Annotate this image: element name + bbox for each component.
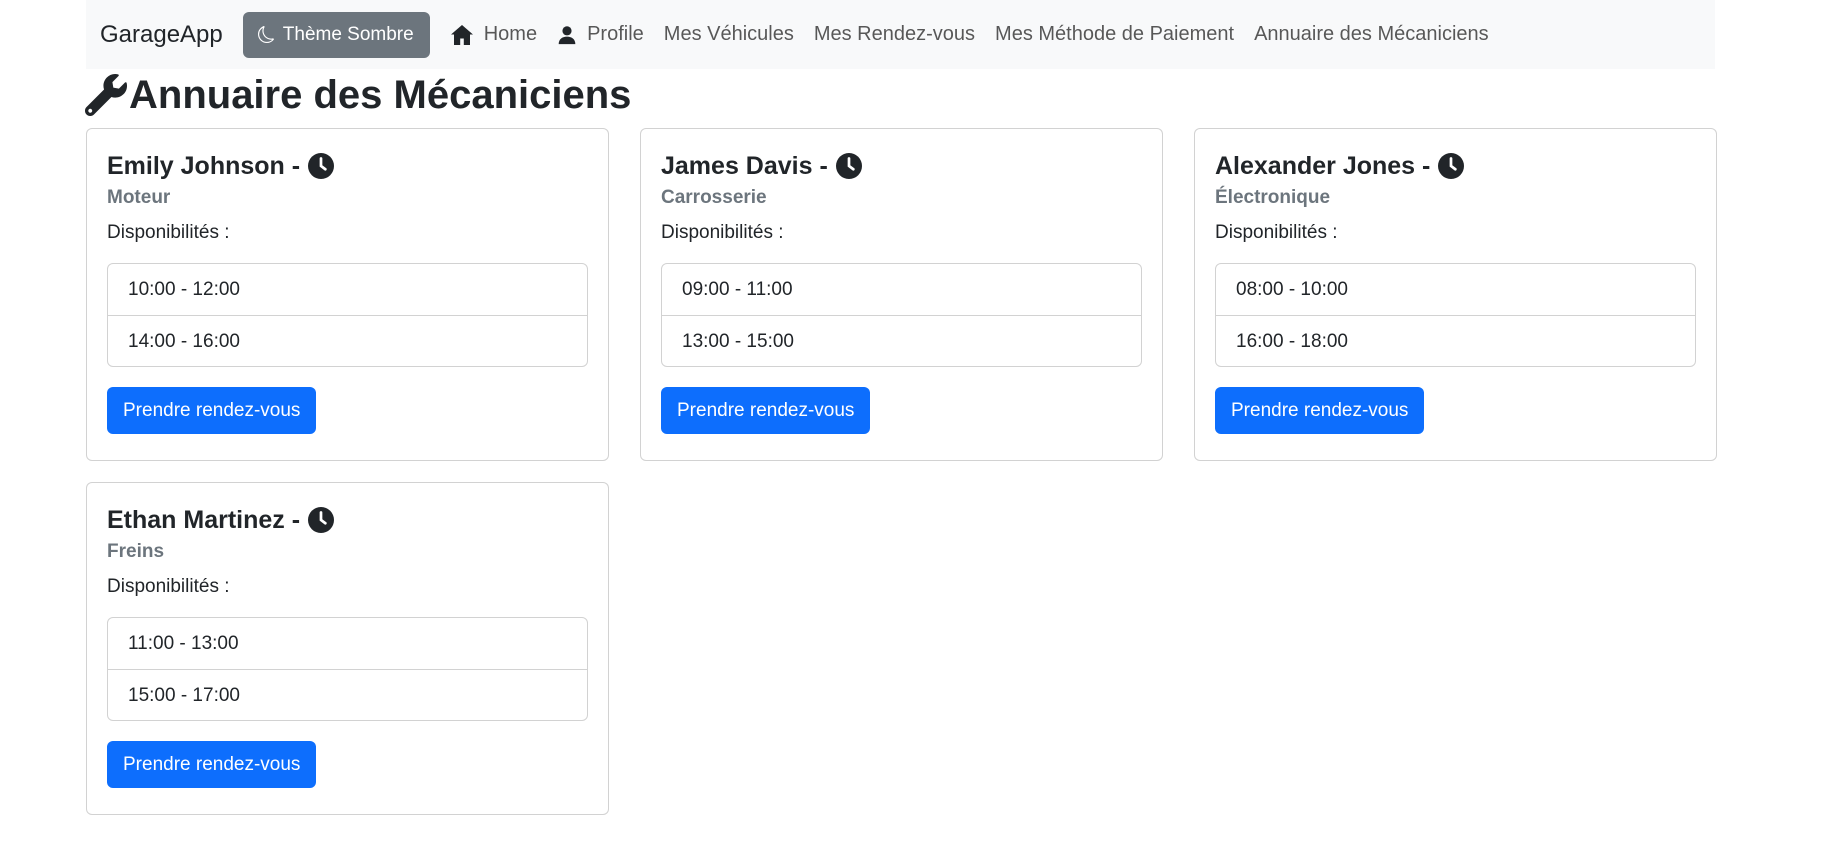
- mechanic-specialty: Carrosserie: [661, 187, 767, 208]
- availability-label: Disponibilités :: [661, 222, 784, 243]
- availability-list: 10:00 - 12:00 14:00 - 16:00: [107, 263, 588, 367]
- availability-slot: 15:00 - 17:00: [108, 669, 587, 720]
- availability-slot: 13:00 - 15:00: [662, 315, 1141, 366]
- wrench-icon: [85, 74, 127, 116]
- theme-toggle-label: Thème Sombre: [282, 23, 414, 45]
- theme-toggle-button[interactable]: Thème Sombre: [242, 11, 430, 58]
- mechanic-card: Ethan Martinez - Freins Disponibilités :…: [86, 482, 609, 815]
- availability-slot: 16:00 - 18:00: [1216, 315, 1695, 366]
- availability-list: 11:00 - 13:00 15:00 - 17:00: [107, 617, 588, 721]
- clock-icon: [308, 153, 335, 179]
- mechanic-name-row: Alexander Jones -: [1215, 149, 1696, 183]
- home-icon: [450, 24, 473, 45]
- nav-home[interactable]: Home: [440, 23, 547, 46]
- mechanic-specialty: Moteur: [107, 187, 171, 208]
- availability-label: Disponibilités :: [1215, 222, 1338, 243]
- navbar: GarageApp Thème Sombre Home Profile Mes …: [86, 0, 1715, 69]
- availability-slot: 11:00 - 13:00: [128, 633, 239, 654]
- mechanic-card: Alexander Jones - Électronique Disponibi…: [1194, 128, 1717, 461]
- page-title-text: Annuaire des Mécaniciens: [129, 72, 632, 117]
- moon-icon: [257, 26, 274, 43]
- book-appointment-button[interactable]: Prendre rendez-vous: [107, 741, 317, 788]
- mechanic-specialty: Freins: [107, 541, 165, 562]
- mechanic-name: Emily Johnson -: [107, 151, 301, 180]
- availability-label: Disponibilités :: [107, 576, 230, 597]
- availability-list: 08:00 - 10:00 16:00 - 18:00: [1215, 263, 1696, 367]
- nav-profile-label: Profile: [587, 23, 644, 45]
- mechanic-name-row: Emily Johnson -: [107, 149, 588, 183]
- mechanic-name-row: James Davis -: [661, 149, 1142, 183]
- nav-appointments[interactable]: Mes Rendez-vous: [804, 23, 985, 46]
- book-appointment-button[interactable]: Prendre rendez-vous: [107, 387, 317, 434]
- clock-icon: [1438, 153, 1465, 179]
- availability-slot: 14:00 - 16:00: [108, 315, 587, 366]
- nav-payment-methods[interactable]: Mes Méthode de Paiement: [985, 23, 1244, 46]
- availability-slot: 09:00 - 11:00: [682, 279, 793, 300]
- mechanic-name: Alexander Jones -: [1215, 151, 1431, 180]
- book-appointment-button[interactable]: Prendre rendez-vous: [1215, 387, 1425, 434]
- availability-list: 09:00 - 11:00 13:00 - 15:00: [661, 263, 1142, 367]
- mechanic-name-row: Ethan Martinez -: [107, 503, 588, 537]
- mechanic-name: James Davis -: [661, 151, 828, 180]
- availability-slot: 10:00 - 12:00: [128, 279, 240, 300]
- nav-profile[interactable]: Profile: [547, 23, 654, 46]
- user-icon: [558, 25, 576, 44]
- availability-slot: 08:00 - 10:00: [1236, 279, 1348, 300]
- nav-home-label: Home: [483, 23, 538, 45]
- book-appointment-button[interactable]: Prendre rendez-vous: [661, 387, 871, 434]
- brand[interactable]: GarageApp: [100, 21, 223, 49]
- mechanic-specialty: Électronique: [1215, 187, 1331, 208]
- mechanic-card: Emily Johnson - Moteur Disponibilités : …: [86, 128, 609, 461]
- mechanic-card: James Davis - Carrosserie Disponibilités…: [640, 128, 1163, 461]
- nav-mechanics-directory[interactable]: Annuaire des Mécaniciens: [1244, 23, 1499, 46]
- clock-icon: [835, 153, 862, 179]
- page-title: Annuaire des Mécaniciens: [85, 70, 631, 120]
- availability-label: Disponibilités :: [107, 222, 230, 243]
- mechanic-name: Ethan Martinez -: [107, 505, 301, 534]
- nav-vehicles[interactable]: Mes Véhicules: [654, 23, 804, 46]
- clock-icon: [308, 507, 335, 533]
